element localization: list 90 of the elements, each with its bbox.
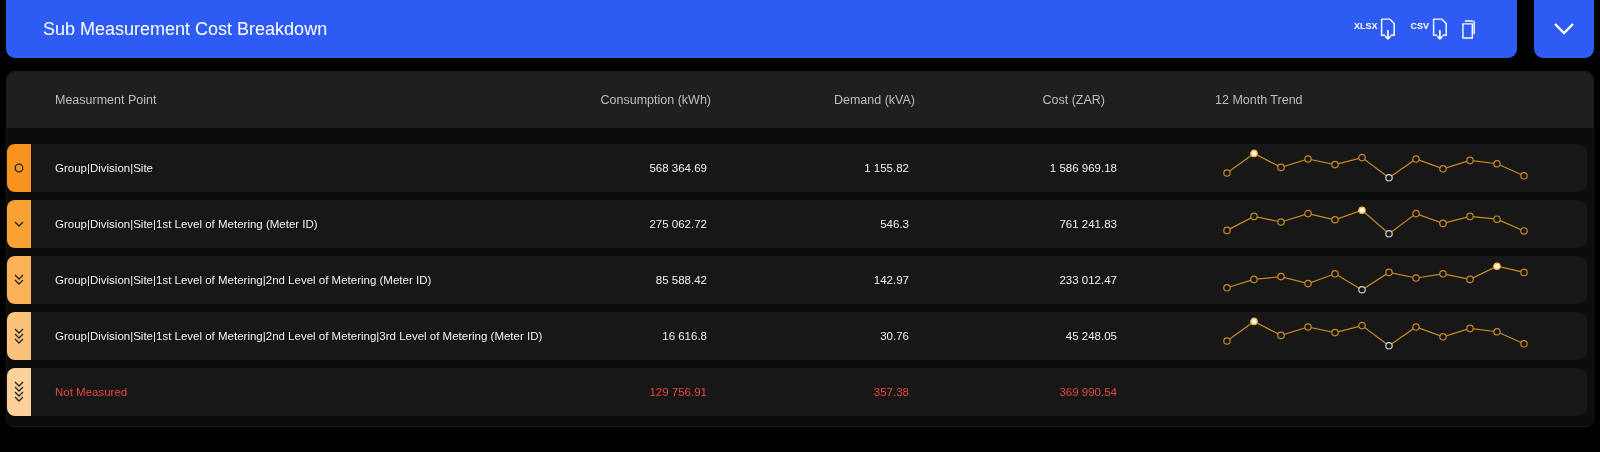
trend-point [1493,327,1501,336]
table-row[interactable]: Group|Division|Site|1st Level of Metering|2nd Level of Metering|3rd Level of Metering (Meter ID) 16 616.8 30.76 45 248.05 [7,312,1587,360]
column-header: 12 Month Trend [1214,93,1303,107]
demand-value: 142.97 [872,274,909,286]
trend-point [1250,212,1258,221]
cost-value: 233 012.47 [1058,274,1117,286]
trend-point [1331,270,1339,278]
trend-point [1358,285,1366,294]
trend-point [1358,153,1366,162]
chevron-icon [13,326,25,346]
trend-point [1277,272,1285,281]
column-header: Measurment Point [54,93,158,107]
cost-value: 369 990.54 [1058,386,1117,398]
trend-point [1277,331,1285,340]
trend-point [1277,218,1285,226]
trend-point [1439,333,1447,341]
trend-point [1250,149,1258,158]
trend-point [1223,169,1231,177]
consumption-value: 16 616.8 [661,330,707,342]
trend-point [1493,159,1501,168]
table-row[interactable]: Group|Division|Site|1st Level of Metering|2nd Level of Metering (Meter ID) 85 588.42 142.97 233 012.47 [7,256,1587,304]
consumption-value: 85 588.42 [654,274,707,286]
consumption-value: 275 062.72 [648,218,707,230]
column-header: Cost (ZAR) [1041,93,1105,107]
file-download-icon [1430,17,1448,41]
cost-value: 761 241.83 [1058,218,1117,230]
chevron-icon [13,219,25,229]
measurement-point: Group|Division|Site|1st Level of Metering|2nd Level of Metering (Meter ID) [54,274,433,286]
trend-point [1358,321,1366,330]
demand-value: 357.38 [872,386,909,398]
trend-point [1493,215,1501,223]
trend-point [1466,156,1474,165]
export-button[interactable]: CSV [1410,17,1448,41]
trend-point [1412,274,1420,282]
chevron-down-icon [1553,22,1575,36]
measurement-point: Group|Division|Site|1st Level of Metering (Meter ID) [54,218,319,230]
chevron-icon [13,273,25,287]
trend-point [1331,215,1339,224]
trend-point [1223,284,1231,292]
chevron-icon [13,380,25,404]
measurement-point: Group|Division|Site|1st Level of Metering|2nd Level of Metering|3rd Level of Metering (Meter ID) [54,330,544,342]
column-header: Consumption (kWh) [599,93,711,107]
trend-point [1250,317,1258,326]
demand-value: 1 155.82 [863,162,909,174]
trend-point [1385,173,1393,182]
trend-point [1385,341,1393,350]
cost-value: 45 248.05 [1064,330,1117,342]
demand-value: 30.76 [879,330,909,342]
table-row[interactable]: Not Measured 129 756.91 357.38 369 990.54 [7,368,1587,416]
copy-icon[interactable] [1462,19,1477,39]
trend-point [1385,268,1393,277]
trend-point [1304,209,1312,218]
trend-point [1439,219,1447,228]
trend-point [1331,328,1339,337]
circle-icon [14,163,24,173]
column-header: Demand (kVA) [832,93,915,107]
measurement-point: Not Measured [54,386,129,398]
export-button[interactable]: XLSX [1353,17,1397,41]
trend-point [1466,275,1474,284]
cost-value: 1 586 969.18 [1048,162,1117,174]
trend-point [1520,227,1528,235]
header-title: Sub Measurement Cost Breakdown [43,18,329,40]
table-row[interactable]: Group|Division|Site|1st Level of Metering (Meter ID) 275 062.72 546.3 761 241.83 [7,200,1587,248]
trend-point [1304,323,1312,331]
trend-point [1520,340,1528,348]
trend-point [1439,165,1447,173]
trend-point [1277,163,1285,172]
measurement-point: Group|Division|Site [54,162,154,174]
trend-point [1223,337,1231,345]
trend-point [1223,226,1231,235]
trend-point [1466,324,1474,333]
trend-point [1493,262,1501,271]
trend-point [1520,268,1528,277]
trend-point [1412,323,1420,331]
trend-point [1304,155,1312,163]
table-row[interactable]: Group|Division|Site 568 364.69 1 155.82 1 586 969.18 [7,144,1587,192]
trend-point [1412,209,1420,218]
file-download-icon [1378,17,1397,41]
consumption-value: 568 364.69 [648,162,707,174]
trend-point [1439,270,1447,278]
trend-point [1412,155,1420,163]
demand-value: 546.3 [879,218,909,230]
trend-point [1466,212,1474,221]
trend-point [1250,275,1258,284]
trend-point [1385,229,1393,238]
trend-point [1520,172,1528,180]
trend-point [1304,279,1312,288]
trend-point [1331,160,1339,169]
trend-point [1358,206,1366,215]
consumption-value: 129 756.91 [648,386,707,398]
